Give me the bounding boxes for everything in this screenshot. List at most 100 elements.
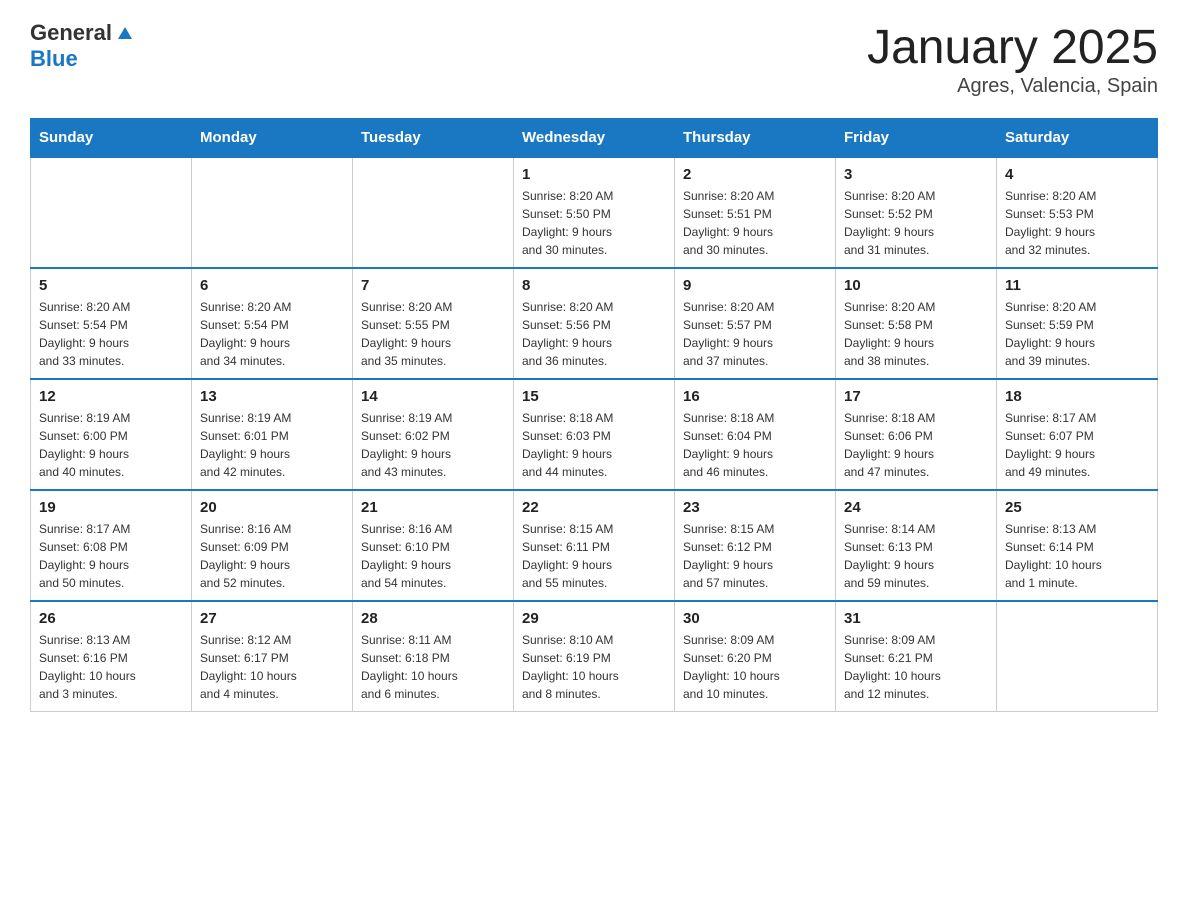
- day-header-thursday: Thursday: [675, 119, 836, 158]
- day-headers-row: SundayMondayTuesdayWednesdayThursdayFrid…: [31, 119, 1158, 158]
- day-header-saturday: Saturday: [997, 119, 1158, 158]
- day-number: 13: [200, 388, 344, 405]
- day-info: Sunrise: 8:13 AM Sunset: 6:16 PM Dayligh…: [39, 631, 183, 703]
- day-number: 11: [1005, 277, 1149, 294]
- week-row-4: 19 Sunrise: 8:17 AM Sunset: 6:08 PM Dayli…: [31, 490, 1158, 601]
- calendar-cell: [31, 157, 192, 268]
- calendar-cell: 30Sunrise: 8:09 AM Sunset: 6:20 PM Dayli…: [675, 601, 836, 712]
- day-info: Sunrise: 8:11 AM Sunset: 6:18 PM Dayligh…: [361, 631, 505, 703]
- day-info: Sunrise: 8:12 AM Sunset: 6:17 PM Dayligh…: [200, 631, 344, 703]
- day-number: 20: [200, 499, 344, 516]
- calendar-cell: 23Sunrise: 8:15 AM Sunset: 6:12 PM Dayli…: [675, 490, 836, 601]
- day-number: 1: [522, 166, 666, 183]
- day-number: 4: [1005, 166, 1149, 183]
- day-number: 23: [683, 499, 827, 516]
- calendar-cell: 16 Sunrise: 8:18 AM Sunset: 6:04 PM Dayli…: [675, 379, 836, 490]
- day-header-tuesday: Tuesday: [353, 119, 514, 158]
- day-info: Sunrise: 8:20 AM Sunset: 5:53 PM Dayligh…: [1005, 187, 1149, 259]
- calendar-cell: 10Sunrise: 8:20 AM Sunset: 5:58 PM Dayli…: [836, 268, 997, 379]
- day-info: Sunrise: 8:20 AM Sunset: 5:59 PM Dayligh…: [1005, 298, 1149, 370]
- day-info: Sunrise: 8:20 AM Sunset: 5:54 PM Dayligh…: [200, 298, 344, 370]
- day-number: 17: [844, 388, 988, 405]
- calendar-cell: 22 Sunrise: 8:15 AM Sunset: 6:11 PM Dayli…: [514, 490, 675, 601]
- day-info: Sunrise: 8:13 AM Sunset: 6:14 PM Dayligh…: [1005, 520, 1149, 592]
- calendar-cell: 6 Sunrise: 8:20 AM Sunset: 5:54 PM Daylig…: [192, 268, 353, 379]
- day-info: Sunrise: 8:09 AM Sunset: 6:21 PM Dayligh…: [844, 631, 988, 703]
- calendar-cell: 2Sunrise: 8:20 AM Sunset: 5:51 PM Daylig…: [675, 157, 836, 268]
- day-info: Sunrise: 8:17 AM Sunset: 6:08 PM Dayligh…: [39, 520, 183, 592]
- day-info: Sunrise: 8:20 AM Sunset: 5:50 PM Dayligh…: [522, 187, 666, 259]
- day-info: Sunrise: 8:19 AM Sunset: 6:01 PM Dayligh…: [200, 409, 344, 481]
- calendar-cell: 5 Sunrise: 8:20 AM Sunset: 5:54 PM Daylig…: [31, 268, 192, 379]
- day-number: 10: [844, 277, 988, 294]
- day-number: 8: [522, 277, 666, 294]
- day-header-friday: Friday: [836, 119, 997, 158]
- calendar-cell: 29 Sunrise: 8:10 AM Sunset: 6:19 PM Dayli…: [514, 601, 675, 712]
- calendar-cell: 9 Sunrise: 8:20 AM Sunset: 5:57 PM Daylig…: [675, 268, 836, 379]
- week-row-3: 12Sunrise: 8:19 AM Sunset: 6:00 PM Dayli…: [31, 379, 1158, 490]
- day-number: 22: [522, 499, 666, 516]
- day-number: 29: [522, 610, 666, 627]
- day-info: Sunrise: 8:20 AM Sunset: 5:57 PM Dayligh…: [683, 298, 827, 370]
- calendar-cell: 8 Sunrise: 8:20 AM Sunset: 5:56 PM Daylig…: [514, 268, 675, 379]
- day-info: Sunrise: 8:14 AM Sunset: 6:13 PM Dayligh…: [844, 520, 988, 592]
- day-info: Sunrise: 8:10 AM Sunset: 6:19 PM Dayligh…: [522, 631, 666, 703]
- day-number: 21: [361, 499, 505, 516]
- calendar-cell: 7Sunrise: 8:20 AM Sunset: 5:55 PM Daylig…: [353, 268, 514, 379]
- day-number: 15: [522, 388, 666, 405]
- calendar-table: SundayMondayTuesdayWednesdayThursdayFrid…: [30, 118, 1158, 712]
- day-info: Sunrise: 8:19 AM Sunset: 6:02 PM Dayligh…: [361, 409, 505, 481]
- day-info: Sunrise: 8:16 AM Sunset: 6:09 PM Dayligh…: [200, 520, 344, 592]
- title-block: January 2025 Agres, Valencia, Spain: [867, 20, 1158, 98]
- calendar-cell: 4 Sunrise: 8:20 AM Sunset: 5:53 PM Daylig…: [997, 157, 1158, 268]
- calendar-cell: 3 Sunrise: 8:20 AM Sunset: 5:52 PM Daylig…: [836, 157, 997, 268]
- day-number: 18: [1005, 388, 1149, 405]
- calendar-cell: 19 Sunrise: 8:17 AM Sunset: 6:08 PM Dayli…: [31, 490, 192, 601]
- day-number: 16: [683, 388, 827, 405]
- day-number: 28: [361, 610, 505, 627]
- day-info: Sunrise: 8:20 AM Sunset: 5:56 PM Dayligh…: [522, 298, 666, 370]
- calendar-cell: 26 Sunrise: 8:13 AM Sunset: 6:16 PM Dayli…: [31, 601, 192, 712]
- day-info: Sunrise: 8:17 AM Sunset: 6:07 PM Dayligh…: [1005, 409, 1149, 481]
- calendar-subtitle: Agres, Valencia, Spain: [867, 75, 1158, 98]
- day-info: Sunrise: 8:15 AM Sunset: 6:11 PM Dayligh…: [522, 520, 666, 592]
- calendar-cell: 27 Sunrise: 8:12 AM Sunset: 6:17 PM Dayli…: [192, 601, 353, 712]
- day-number: 6: [200, 277, 344, 294]
- day-number: 2: [683, 166, 827, 183]
- day-number: 14: [361, 388, 505, 405]
- week-row-1: 1 Sunrise: 8:20 AM Sunset: 5:50 PM Daylig…: [31, 157, 1158, 268]
- calendar-cell: 24Sunrise: 8:14 AM Sunset: 6:13 PM Dayli…: [836, 490, 997, 601]
- day-number: 9: [683, 277, 827, 294]
- calendar-cell: 14 Sunrise: 8:19 AM Sunset: 6:02 PM Dayli…: [353, 379, 514, 490]
- day-number: 30: [683, 610, 827, 627]
- day-info: Sunrise: 8:18 AM Sunset: 6:04 PM Dayligh…: [683, 409, 827, 481]
- calendar-cell: [997, 601, 1158, 712]
- day-number: 26: [39, 610, 183, 627]
- day-number: 31: [844, 610, 988, 627]
- day-number: 5: [39, 277, 183, 294]
- calendar-cell: [353, 157, 514, 268]
- day-number: 12: [39, 388, 183, 405]
- week-row-2: 5 Sunrise: 8:20 AM Sunset: 5:54 PM Daylig…: [31, 268, 1158, 379]
- day-info: Sunrise: 8:20 AM Sunset: 5:54 PM Dayligh…: [39, 298, 183, 370]
- day-info: Sunrise: 8:20 AM Sunset: 5:55 PM Dayligh…: [361, 298, 505, 370]
- logo-triangle-icon: [114, 21, 136, 43]
- calendar-cell: 28 Sunrise: 8:11 AM Sunset: 6:18 PM Dayli…: [353, 601, 514, 712]
- calendar-cell: 18 Sunrise: 8:17 AM Sunset: 6:07 PM Dayli…: [997, 379, 1158, 490]
- calendar-cell: 13 Sunrise: 8:19 AM Sunset: 6:01 PM Dayli…: [192, 379, 353, 490]
- calendar-cell: 31 Sunrise: 8:09 AM Sunset: 6:21 PM Dayli…: [836, 601, 997, 712]
- day-info: Sunrise: 8:18 AM Sunset: 6:03 PM Dayligh…: [522, 409, 666, 481]
- day-info: Sunrise: 8:20 AM Sunset: 5:52 PM Dayligh…: [844, 187, 988, 259]
- logo-blue-text: Blue: [30, 46, 78, 71]
- calendar-cell: 11 Sunrise: 8:20 AM Sunset: 5:59 PM Dayli…: [997, 268, 1158, 379]
- calendar-cell: 25Sunrise: 8:13 AM Sunset: 6:14 PM Dayli…: [997, 490, 1158, 601]
- day-number: 3: [844, 166, 988, 183]
- day-number: 19: [39, 499, 183, 516]
- logo: General Blue: [30, 20, 136, 72]
- calendar-cell: 17Sunrise: 8:18 AM Sunset: 6:06 PM Dayli…: [836, 379, 997, 490]
- calendar-title: January 2025: [867, 20, 1158, 75]
- day-header-sunday: Sunday: [31, 119, 192, 158]
- day-number: 27: [200, 610, 344, 627]
- day-header-wednesday: Wednesday: [514, 119, 675, 158]
- day-header-monday: Monday: [192, 119, 353, 158]
